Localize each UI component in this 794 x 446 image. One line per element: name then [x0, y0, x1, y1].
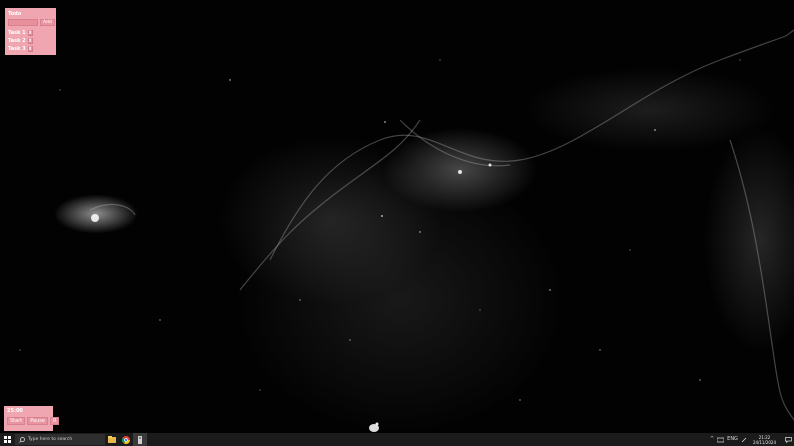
penguin-icon: [369, 422, 379, 432]
delete-task-button[interactable]: X: [27, 46, 33, 52]
desktop-wallpaper: [0, 0, 794, 433]
timer-widget: 25:00 Start Pause R: [4, 406, 60, 431]
todo-title: Todo: [8, 11, 22, 17]
language-indicator[interactable]: ENG: [727, 433, 738, 446]
network-icon[interactable]: [717, 437, 725, 443]
pause-button[interactable]: Pause: [27, 417, 48, 425]
windows-logo-icon: [3, 436, 11, 443]
clock-date: 24/11/2024: [752, 439, 776, 445]
pen-icon[interactable]: [741, 437, 747, 443]
windows-start-button[interactable]: [0, 433, 14, 446]
task-item: Task 2 X: [8, 37, 53, 45]
delete-task-button[interactable]: X: [27, 38, 33, 44]
task-item: Task 3 X: [8, 45, 53, 53]
taskbar-clock[interactable]: 21:22 24/11/2024: [750, 435, 779, 445]
task-label: Task 2: [8, 38, 26, 44]
todo-add-row: Add: [8, 19, 55, 26]
task-item: Task 1 X: [8, 29, 53, 37]
task-label: Task 1: [8, 30, 26, 36]
chrome-icon[interactable]: [119, 433, 133, 446]
system-tray: ^ ENG 21:22 24/11/2024: [710, 433, 794, 446]
nebula-wallpaper: [19, 29, 794, 432]
search-placeholder: Type here to search: [28, 437, 73, 442]
search-icon: [19, 436, 25, 443]
timer-controls: Start Pause R: [7, 417, 60, 425]
taskbar: Type here to search ^ ENG 21:22 24/11/20…: [0, 433, 794, 446]
notification-icon: [784, 436, 792, 443]
file-explorer-icon[interactable]: [105, 433, 119, 446]
add-task-button[interactable]: Add: [40, 19, 55, 26]
todo-widget: Todo Add Task 1 X Task 2 X Task 3 X: [5, 8, 56, 55]
delete-task-button[interactable]: X: [27, 30, 33, 36]
taskbar-search-box[interactable]: Type here to search: [15, 434, 105, 445]
task-label: Task 3: [8, 46, 26, 52]
reset-button[interactable]: R: [49, 417, 60, 425]
notification-center-button[interactable]: [782, 433, 794, 446]
start-button[interactable]: Start: [7, 417, 26, 425]
app-icon[interactable]: [133, 433, 147, 446]
todo-input[interactable]: [8, 19, 38, 26]
timer-display: 25:00: [7, 408, 23, 414]
tray-chevron-icon[interactable]: ^: [710, 433, 714, 446]
